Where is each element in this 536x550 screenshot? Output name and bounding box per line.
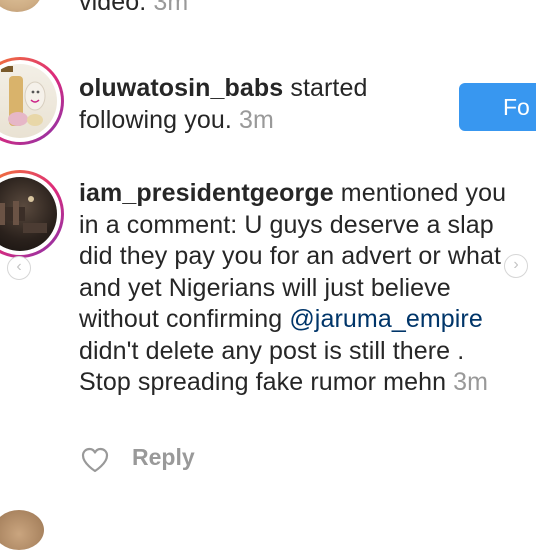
reply-button[interactable]: Reply bbox=[132, 444, 195, 471]
notification-row-follow[interactable]: oluwatosin_babs started following you. 3… bbox=[0, 55, 536, 165]
follow-button[interactable]: Fo bbox=[459, 83, 536, 131]
notification-text: iam_presidentgeorge mentioned you in a c… bbox=[79, 178, 509, 399]
notification-username[interactable]: iam_presidentgeorge bbox=[79, 179, 334, 207]
notification-action-continued: didn't delete any post is still there . … bbox=[79, 336, 465, 397]
chevron-right-icon[interactable]: › bbox=[504, 254, 528, 278]
avatar[interactable] bbox=[0, 0, 42, 12]
avatar[interactable] bbox=[0, 510, 44, 550]
notification-time: 3m bbox=[453, 368, 489, 396]
story-ring[interactable] bbox=[0, 57, 64, 145]
notification-text: oluwatosin_babs started following you. 3… bbox=[79, 73, 449, 136]
notification-text: video. 3m bbox=[79, 0, 188, 19]
notification-time: 3m bbox=[238, 105, 274, 134]
notification-row-mention[interactable]: ‹ iam_presidentgeorge mentioned you in a… bbox=[0, 168, 536, 488]
notification-time: 3m bbox=[153, 0, 189, 16]
notification-username[interactable]: oluwatosin_babs bbox=[79, 74, 283, 102]
story-ring[interactable] bbox=[0, 170, 64, 258]
heart-icon[interactable] bbox=[80, 446, 110, 474]
chevron-left-icon[interactable]: ‹ bbox=[7, 256, 31, 280]
mention-link[interactable]: @jaruma_empire bbox=[289, 305, 483, 333]
notification-partial-text: video. bbox=[79, 0, 147, 16]
notification-row-partial[interactable]: video. 3m bbox=[0, 0, 536, 40]
